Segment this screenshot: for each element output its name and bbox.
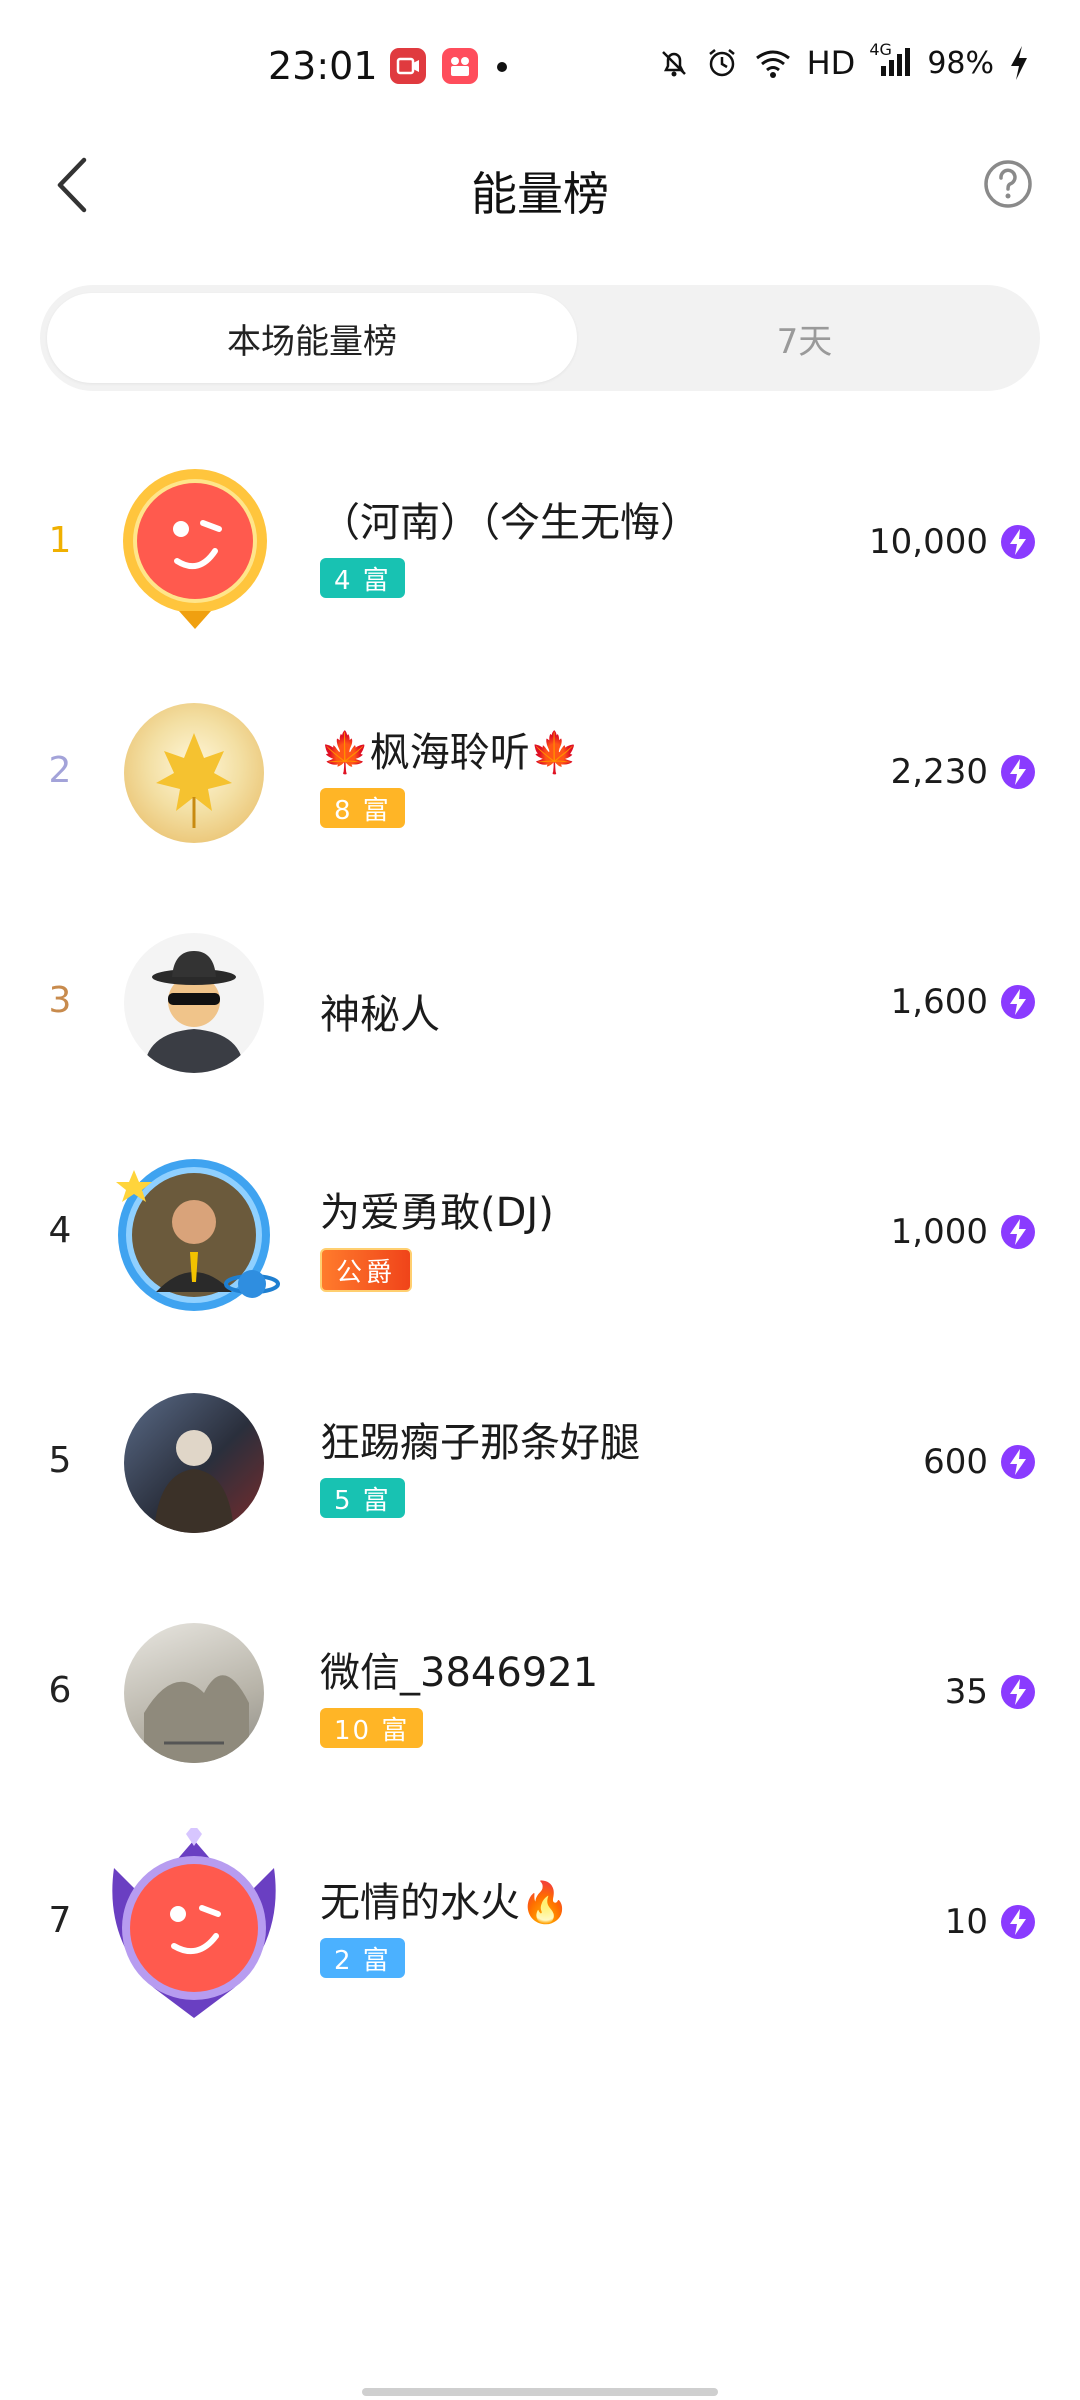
app-notification-icon [442, 48, 478, 84]
energy-score: 10,000 [869, 522, 988, 562]
question-circle-icon [984, 160, 1032, 208]
wealth-badge: 5 富 [320, 1478, 405, 1518]
tab-7-days[interactable]: 7天 [577, 293, 1032, 383]
wifi-icon [753, 46, 793, 80]
avatar [124, 933, 264, 1073]
energy-bolt-icon [1001, 1905, 1035, 1939]
rank-number: 4 [48, 1210, 72, 1251]
wealth-badge: 8 富 [320, 788, 405, 828]
tab-current-session[interactable]: 本场能量榜 [47, 293, 577, 383]
energy-score: 2,230 [890, 752, 988, 792]
alarm-icon [705, 46, 739, 80]
energy-score: 600 [923, 1442, 988, 1482]
user-name: 🍁枫海聆听🍁 [320, 730, 580, 776]
tab-bar: 本场能量榜 7天 [40, 285, 1040, 391]
screen-record-icon [390, 48, 426, 84]
notification-dot [497, 62, 507, 72]
energy-bolt-icon [1001, 1445, 1035, 1479]
wealth-badge: 2 富 [320, 1938, 405, 1978]
mystery-person-icon [144, 951, 244, 1073]
user-name: 无情的水火🔥 [320, 1880, 570, 1926]
rank-number: 5 [48, 1440, 72, 1481]
wealth-badge: 10 富 [320, 1708, 424, 1748]
energy-bolt-icon [1001, 1215, 1035, 1249]
list-item[interactable]: 1 （河南）（今生无悔） 4 富 10,000 [0, 428, 1080, 658]
energy-score: 10 [944, 1902, 988, 1942]
avatar [124, 703, 264, 843]
help-button[interactable] [980, 156, 1036, 212]
energy-bolt-icon [1001, 525, 1035, 559]
user-name: 为爱勇敢(DJ) [320, 1190, 554, 1236]
page-title: 能量榜 [471, 167, 609, 221]
energy-score: 1,600 [890, 982, 988, 1022]
user-name: 微信_3846921 [320, 1650, 599, 1696]
status-bar: 23:01 HD 4G 98% [0, 0, 1080, 130]
list-item[interactable]: 2 🍁枫海聆听🍁 8 富 2,230 [0, 658, 1080, 888]
planet-avatar-frame [116, 1159, 280, 1311]
signal-icon: 4G [869, 40, 913, 80]
status-time: 23:01 [268, 44, 378, 88]
gold-avatar-frame [123, 469, 267, 629]
battery-label: 98% [927, 45, 994, 81]
photo-image [154, 1430, 234, 1533]
energy-bolt-icon [1001, 755, 1035, 789]
charging-icon [1008, 44, 1030, 82]
list-item[interactable]: 3 神秘人 1,600 [0, 888, 1080, 1118]
energy-bolt-icon [1001, 1675, 1035, 1709]
home-indicator[interactable] [362, 2388, 718, 2396]
network-hd-label: HD [806, 44, 856, 82]
header: 能量榜 [0, 130, 1080, 240]
list-item[interactable]: 5 狂踢瘸子那条好腿 5 富 600 [0, 1348, 1080, 1578]
purple-avatar-frame [112, 1828, 276, 2018]
duke-badge: 公爵 [320, 1248, 413, 1292]
rank-number: 1 [48, 520, 72, 561]
painting-image [144, 1675, 249, 1763]
user-name: 狂踢瘸子那条好腿 [320, 1420, 640, 1466]
rank-number: 2 [48, 750, 72, 791]
maple-leaf-image [156, 733, 232, 828]
list-item[interactable]: 4 为爱勇敢(DJ) 公爵 1,000 [0, 1118, 1080, 1348]
avatar [124, 1393, 264, 1533]
list-item[interactable]: 6 微信_3846921 10 富 35 [0, 1578, 1080, 1808]
wealth-badge: 4 富 [320, 558, 405, 598]
rank-number: 7 [48, 1900, 72, 1941]
energy-bolt-icon [1001, 985, 1035, 1019]
signal-type-label: 4G [869, 40, 892, 59]
rank-number: 6 [48, 1670, 72, 1711]
energy-score: 35 [944, 1672, 988, 1712]
list-item[interactable]: 7 无情的水火🔥 2 富 10 [0, 1808, 1080, 2038]
avatar [124, 1623, 264, 1763]
mute-bell-icon [657, 46, 691, 80]
user-name: （河南）（今生无悔） [320, 500, 700, 546]
energy-score: 1,000 [890, 1212, 988, 1252]
user-name: 神秘人 [320, 992, 440, 1038]
rank-number: 3 [48, 980, 72, 1021]
